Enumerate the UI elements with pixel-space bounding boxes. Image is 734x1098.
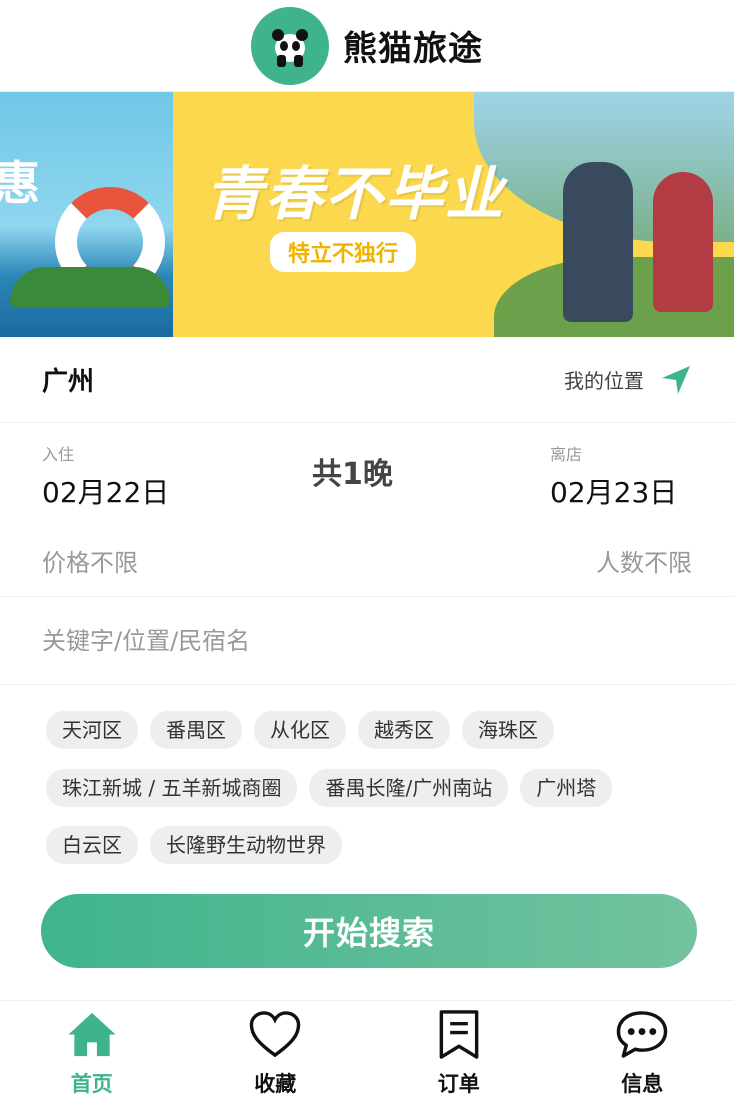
chat-bubble-icon: [616, 1011, 668, 1058]
area-tag[interactable]: 白云区: [46, 826, 138, 865]
nights-count: 共1晚: [312, 457, 393, 492]
tab-favorites-label: 收藏: [254, 1072, 297, 1096]
bottom-tab-bar: 首页 收藏 订单 信息: [0, 1000, 734, 1098]
banner-left-text: 惠: [0, 156, 40, 210]
bookmark-list-icon: [439, 1010, 479, 1059]
guests-filter[interactable]: 人数不限: [596, 543, 692, 578]
checkout-label: 离店: [550, 445, 583, 464]
banner-person-1: [563, 162, 633, 322]
keyword-search-input[interactable]: [42, 626, 692, 655]
city-row: 广州 我的位置: [0, 337, 734, 423]
app-header: 熊猫旅途: [0, 0, 734, 92]
checkin-block[interactable]: 入住 02月22日: [42, 441, 169, 511]
home-icon: [68, 1012, 116, 1057]
my-location-label: 我的位置: [564, 369, 644, 393]
area-tag[interactable]: 番禺长隆/广州南站: [309, 768, 509, 807]
date-selector[interactable]: 入住 02月22日 共1晚 离店 02月23日: [0, 423, 734, 543]
price-filter[interactable]: 价格不限: [42, 543, 138, 578]
area-tag[interactable]: 长隆野生动物世界: [150, 826, 342, 865]
promo-banner[interactable]: 惠 青春不毕业 特立不独行: [0, 92, 734, 337]
tab-home[interactable]: 首页: [0, 1001, 184, 1098]
area-tag[interactable]: 番禺区: [150, 711, 242, 749]
checkin-date: 02月22日: [42, 476, 170, 509]
banner-slogan: 青春不毕业: [205, 160, 506, 228]
banner-beach-image: 惠: [0, 92, 173, 337]
area-tag[interactable]: 从化区: [254, 711, 346, 749]
area-tag[interactable]: 海珠区: [462, 711, 554, 749]
start-search-button[interactable]: 开始搜索: [41, 894, 697, 968]
checkout-date: 02月23日: [550, 476, 678, 509]
tab-home-label: 首页: [70, 1072, 113, 1096]
tab-messages-label: 信息: [621, 1072, 664, 1096]
hot-area-tags: 天河区 番禺区 从化区 越秀区 海珠区珠江新城 / 五羊新城商圈 番禺长隆/广州南站 广州塔…: [0, 685, 734, 871]
checkin-label: 入住: [42, 445, 75, 464]
app-title: 熊猫旅途: [343, 29, 483, 69]
area-tag[interactable]: 天河区: [46, 711, 138, 749]
tab-orders-label: 订单: [437, 1072, 480, 1096]
navigation-arrow-icon: [662, 365, 690, 394]
keyword-search-row: [0, 597, 734, 685]
checkout-block[interactable]: 离店 02月23日: [550, 441, 677, 511]
my-location-button[interactable]: 我的位置: [564, 364, 692, 396]
heart-icon: [249, 1011, 301, 1058]
banner-person-2: [653, 172, 713, 312]
banner-subtitle: 特立不独行: [270, 232, 417, 272]
panda-logo-icon: [251, 6, 329, 85]
tab-orders[interactable]: 订单: [367, 1001, 551, 1098]
city-selector[interactable]: 广州: [42, 361, 94, 398]
tab-messages[interactable]: 信息: [551, 1001, 734, 1098]
area-tag[interactable]: 珠江新城 / 五羊新城商圈: [46, 768, 298, 807]
area-tag[interactable]: 广州塔: [520, 768, 613, 807]
filter-row: 价格不限 人数不限: [0, 543, 734, 597]
tab-favorites[interactable]: 收藏: [184, 1001, 368, 1098]
area-tag[interactable]: 越秀区: [358, 711, 450, 749]
island-shape: [10, 267, 170, 307]
